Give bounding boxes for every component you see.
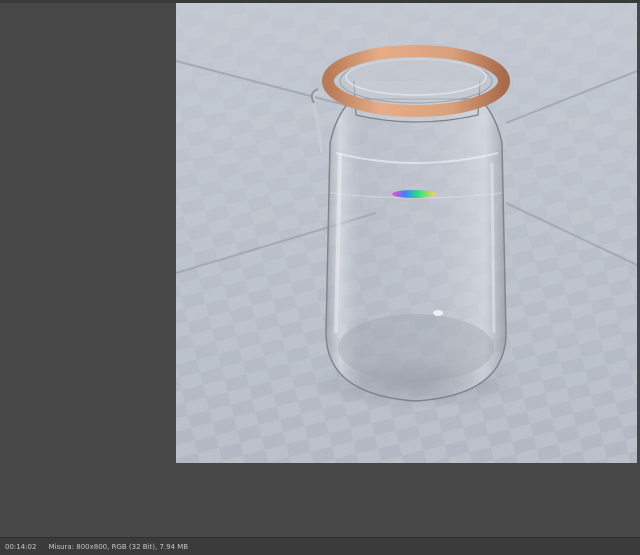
status-bar: 00:14:02 Misura: 800x800, RGB (32 Bit), …: [0, 537, 640, 555]
render-image[interactable]: [176, 3, 637, 463]
render-viewport[interactable]: [0, 3, 640, 537]
render-time: 00:14:02: [5, 542, 37, 551]
render-viewer-window: 00:14:02 Misura: 800x800, RGB (32 Bit), …: [0, 0, 640, 555]
image-info: Misura: 800x800, RGB (32 Bit), 7.94 MB: [48, 542, 189, 551]
